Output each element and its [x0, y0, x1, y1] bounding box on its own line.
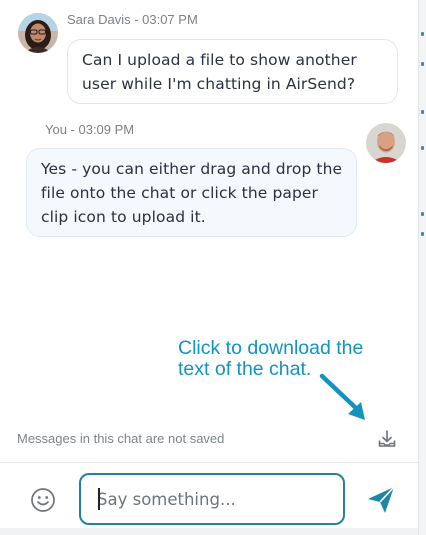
download-icon — [378, 430, 396, 447]
message-bubble-you: Yes - you can either drag and drop the f… — [26, 148, 357, 237]
message-composer — [0, 462, 418, 535]
avatar-sara-davis[interactable] — [18, 13, 58, 53]
message-line: Yes - you can either drag and drop the — [41, 160, 343, 178]
message-meta-you: You - 03:09 PM — [45, 122, 135, 137]
chat-panel: Sara Davis - 03:07 PM Can I upload a fil… — [0, 0, 418, 535]
chat-not-saved-notice: Messages in this chat are not saved — [17, 431, 225, 446]
edge-tick — [421, 62, 424, 66]
message-meta-sara: Sara Davis - 03:07 PM — [67, 12, 198, 27]
edge-tick — [421, 32, 424, 36]
right-panel-edge — [418, 0, 426, 535]
smiley-icon — [31, 488, 55, 512]
edge-tick — [421, 212, 424, 216]
message-line: file onto the chat or click the paper — [41, 184, 319, 202]
message-bubble-sara: Can I upload a file to show another user… — [67, 39, 398, 104]
text-caret — [98, 488, 100, 510]
download-chat-button[interactable] — [376, 428, 398, 450]
message-line: user while I'm chatting in AirSend? — [82, 75, 356, 93]
annotation-line: Click to download the — [178, 337, 364, 359]
message-input[interactable] — [79, 473, 345, 525]
avatar-you[interactable] — [366, 123, 406, 163]
edge-tick — [421, 110, 424, 114]
emoji-picker-button[interactable] — [30, 487, 56, 513]
edge-tick — [421, 146, 424, 150]
annotation-arrow-icon — [319, 373, 365, 420]
send-message-button[interactable] — [366, 485, 396, 515]
message-line: clip icon to upload it. — [41, 208, 206, 226]
send-icon — [368, 486, 395, 513]
message-line: Can I upload a file to show another — [82, 51, 357, 69]
bottom-edge — [0, 528, 418, 535]
edge-tick — [421, 232, 424, 236]
